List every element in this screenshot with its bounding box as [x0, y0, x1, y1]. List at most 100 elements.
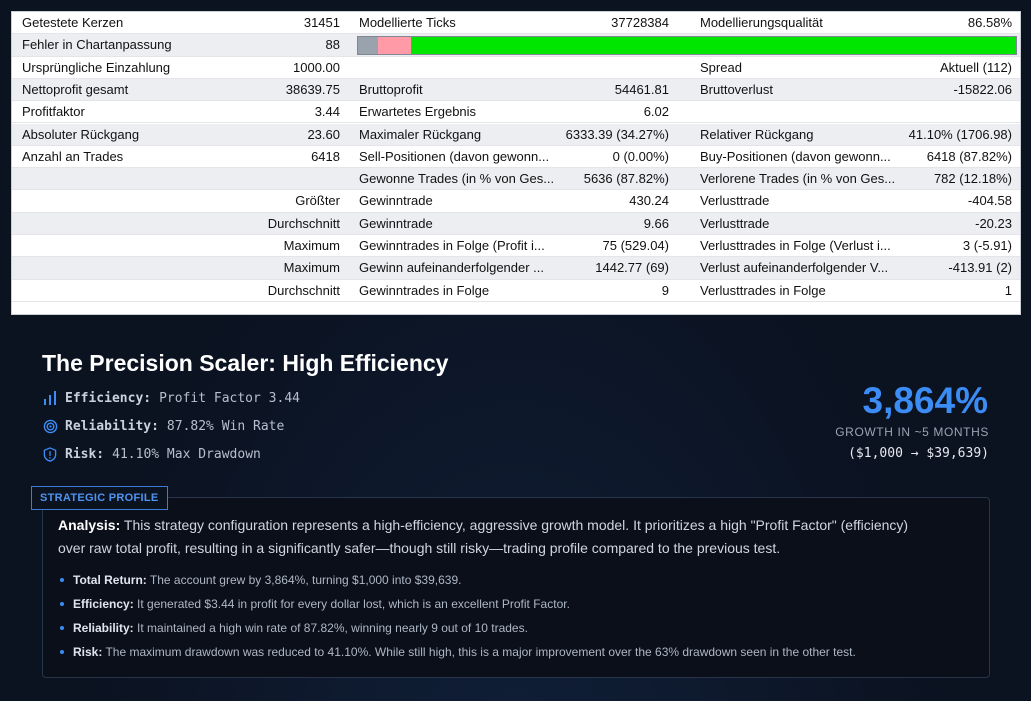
table-cell: Spread	[700, 59, 742, 75]
metric-label: Risk:	[65, 446, 105, 462]
bullet-label: Reliability:	[73, 621, 134, 635]
table-cell: -413.91 (2)	[948, 260, 1012, 276]
table-cell: 75 (529.04)	[602, 238, 670, 253]
table-cell: Gewinntrade	[359, 193, 433, 209]
table-cell: 88	[325, 37, 340, 53]
table-cell: Profitfaktor	[22, 104, 85, 120]
table-row: Ursprüngliche Einzahlung 1000.00 Spread Akt…	[12, 57, 1020, 79]
table-cell: Buy-Positionen (davon gewonn...	[700, 148, 891, 164]
table-cell: 1442.77 (69)	[595, 260, 669, 276]
table-cell: Aktuell (112)	[939, 59, 1012, 75]
table-cell: Verlust aufeinanderfolgender V...	[700, 260, 889, 276]
table-row: Durchschnitt Gewinntrade 9.66 Verlusttrade -…	[12, 212, 1020, 235]
table-cell: Maximum	[283, 238, 340, 253]
quality-bar-grey-segment	[358, 37, 378, 55]
table-cell: Gewonne Trades (in % von Ges...	[359, 171, 555, 187]
bullet-label: Efficiency:	[73, 597, 134, 611]
table-cell: Modellierungsqualität	[700, 15, 823, 30]
table-row: Nettoprofit gesamt 38639.75 Bruttoprofit 54…	[12, 78, 1020, 102]
bullet-text: It generated $3.44 in profit for every d…	[133, 597, 570, 611]
table-cell: 6418 (87.82%)	[926, 148, 1012, 164]
table-row: Profitfaktor 3.44 Erwartetes Ergebnis 6.02	[12, 101, 1020, 124]
table-row: Gewonne Trades (in % von Ges... 5636 (87.…	[12, 168, 1020, 191]
page-title: The Precision Scaler: High Efficiency	[42, 350, 449, 376]
table-cell: 3 (-5.91)	[962, 238, 1012, 253]
shield-icon	[42, 446, 58, 462]
table-cell: Verlusttrade	[700, 193, 770, 209]
list-item: Efficiency: It generated $3.44 in profit…	[58, 596, 978, 620]
table-row: Absoluter Rückgang 23.60 Maximaler Rückgan…	[12, 123, 1020, 146]
table-cell: 6333.39 (34.27%)	[565, 126, 669, 142]
table-cell: Relativer Rückgang	[700, 126, 814, 142]
metric-efficiency: Efficiency: Profit Factor 3.44	[42, 389, 300, 407]
table-cell: Getestete Kerzen	[22, 15, 124, 30]
table-cell: Durchschnitt	[267, 215, 340, 231]
bullet-text: The account grew by 3,864%, turning $1,0…	[146, 573, 462, 587]
quality-bar-pink-segment	[377, 37, 411, 55]
table-row: Größter Gewinntrade 430.24 Verlusttrade -404…	[12, 190, 1020, 213]
table-cell: 1	[1004, 282, 1012, 298]
table-cell: Gewinntrades in Folge	[359, 282, 490, 298]
table-cell: 37728384	[611, 15, 669, 30]
table-cell: Erwartetes Ergebnis	[359, 104, 477, 120]
table-cell: 6418	[311, 148, 340, 164]
growth-detail: ($1,000 → $39,639)	[848, 446, 989, 461]
bullet-text: The maximum drawdown was reduced to 41.1…	[102, 645, 856, 659]
metric-label: Efficiency:	[65, 390, 152, 406]
table-cell: Anzahl an Trades	[22, 148, 124, 164]
table-cell: -20.23	[975, 215, 1012, 231]
strategic-profile-tag: STRATEGIC PROFILE	[31, 486, 168, 510]
table-row: Fehler in Chartanpassung 88	[12, 34, 1020, 57]
table-cell: Gewinn aufeinanderfolgender ...	[359, 260, 545, 276]
table-cell: Modellierte Ticks	[359, 15, 456, 30]
table-cell: Verlusttrades in Folge	[700, 282, 826, 298]
table-cell: Ursprüngliche Einzahlung	[22, 59, 171, 75]
backtest-report-table: Getestete Kerzen 31451 Modellierte Ticks 37…	[11, 11, 1021, 315]
table-row: Maximum Gewinn aufeinanderfolgender ... 14…	[12, 257, 1020, 280]
metric-label: Reliability:	[65, 418, 159, 434]
table-cell: Bruttoprofit	[359, 81, 423, 97]
table-cell: 54461.81	[614, 81, 669, 97]
metric-reliability: Reliability: 87.82% Win Rate	[42, 417, 284, 435]
table-cell: 38639.75	[285, 81, 340, 97]
bullet-text: It maintained a high win rate of 87.82%,…	[133, 621, 528, 635]
table-cell: Nettoprofit gesamt	[22, 81, 129, 97]
table-cell: -404.58	[967, 193, 1012, 209]
metric-risk: Risk: 41.10% Max Drawdown	[42, 445, 261, 463]
list-item: Reliability: It maintained a high win ra…	[58, 620, 978, 644]
metric-value: 87.82% Win Rate	[166, 418, 285, 434]
table-cell: Gewinntrade	[359, 215, 433, 231]
table-cell: 9.66	[643, 215, 669, 231]
table-cell: 41.10% (1706.98)	[908, 126, 1012, 142]
table-cell: 1000.00	[293, 59, 340, 75]
table-cell: 9	[661, 282, 669, 298]
table-cell: Bruttoverlust	[700, 81, 773, 97]
bar-chart-icon	[42, 390, 58, 406]
growth-caption: GROWTH IN ~5 MONTHS	[835, 425, 989, 439]
target-icon	[42, 418, 58, 434]
bullet-label: Total Return:	[73, 573, 147, 587]
list-item: Risk: The maximum drawdown was reduced t…	[58, 644, 978, 668]
table-cell: Maximum	[283, 260, 340, 276]
profile-bullet-list: Total Return: The account grew by 3,864%…	[58, 572, 978, 668]
table-row: Maximum Gewinntrades in Folge (Profit i..…	[12, 235, 1020, 258]
analysis-text: This strategy configuration represents a…	[58, 517, 909, 556]
table-row: Anzahl an Trades 6418 Sell-Positionen (dav…	[12, 146, 1020, 169]
table-cell: Verlusttrade	[700, 215, 770, 231]
table-cell: 782 (12.18%)	[933, 171, 1012, 187]
table-cell: Gewinntrades in Folge (Profit i...	[359, 238, 545, 253]
table-cell: Sell-Positionen (davon gewonn...	[359, 148, 550, 164]
analysis-paragraph: Analysis: This strategy configuration re…	[58, 514, 938, 559]
table-cell: Verlusttrades in Folge (Verlust i...	[700, 238, 891, 253]
table-cell: 3.44	[314, 104, 340, 120]
table-cell: Fehler in Chartanpassung	[22, 37, 172, 53]
analysis-label: Analysis:	[58, 517, 121, 533]
bullet-label: Risk:	[73, 645, 103, 659]
table-cell: 31451	[303, 15, 340, 30]
table-cell: Durchschnitt	[267, 282, 340, 298]
table-cell: Verlorene Trades (in % von Ges...	[700, 171, 896, 187]
metric-value: 41.10% Max Drawdown	[112, 446, 261, 462]
metric-value: Profit Factor 3.44	[159, 390, 300, 406]
table-cell: 5636 (87.82%)	[583, 171, 669, 187]
table-cell: 86.58%	[967, 15, 1012, 30]
